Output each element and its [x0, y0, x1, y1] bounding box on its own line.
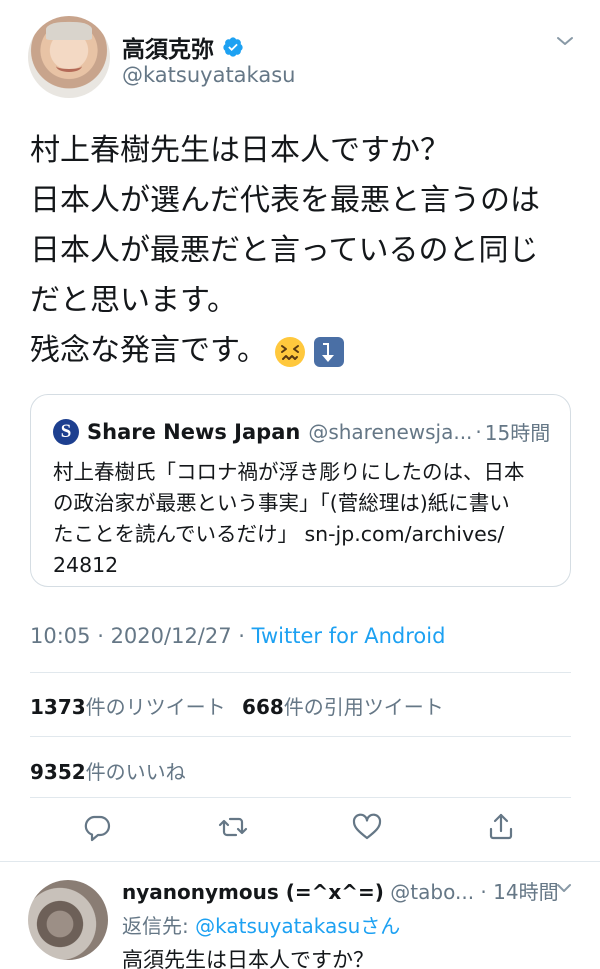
meta-separator: · [90, 624, 111, 648]
quoted-tweet-header: S Share News Japan @sharenewsja... · 15時… [53, 417, 550, 446]
divider [30, 736, 571, 737]
quoted-text-line: 村上春樹氏「コロナ禍が浮き彫りにしたのは、日本 [53, 460, 525, 484]
tweet-text-line: 村上春樹先生は日本人ですか？ [30, 133, 450, 168]
reply-name-row: nyanonymous (=^x^=) @tabo... · 14時間 [122, 876, 559, 905]
retweet-stats: 1373件のリツイート 668件の引用ツイート [30, 691, 444, 720]
retweet-icon[interactable] [216, 810, 250, 844]
reply-icon[interactable] [80, 810, 114, 844]
quoted-text-line: たことを読んでいるだけ」 sn-jp.com/archives/ [53, 522, 505, 546]
avatar-smile [56, 60, 82, 72]
quoted-tweet-text: 村上春樹氏「コロナ禍が浮き彫りにしたのは、日本 の政治家が最悪という事実」「(菅… [53, 457, 558, 581]
verified-badge-icon [223, 37, 243, 57]
retweets-count: 1373 [30, 695, 86, 719]
tweet-text: 村上春樹先生は日本人ですか？ 日本人が選んだ代表を最悪と言うのは 日本人が最悪だ… [30, 126, 580, 376]
quotes-count: 668 [242, 695, 284, 719]
divider [30, 672, 571, 673]
tweet-date: 2020/12/27 [110, 624, 232, 648]
likes-label: 件のいいね [85, 760, 186, 784]
reply-author-name[interactable]: nyanonymous (=^x^=) [122, 880, 384, 904]
tweet-text-line: だと思います。 [30, 283, 237, 318]
like-icon[interactable] [350, 810, 384, 844]
quoted-text-line: の政治家が最悪という事実」「(菅総理は)紙に書い [53, 491, 510, 515]
reply-author-handle[interactable]: @tabo... [390, 880, 474, 904]
quoted-text-line: 24812 [53, 553, 119, 577]
confounded-face-icon [275, 336, 305, 367]
share-icon[interactable] [484, 810, 518, 844]
reply-text: 高須先生は日本人ですか？ [122, 948, 374, 969]
reply-to-mention-link[interactable]: @katsuyatakasuさん [195, 914, 400, 938]
quotes-label: 件の引用ツイート [283, 695, 444, 719]
retweets-label: 件のリツイート [85, 695, 226, 719]
tweet-text-line: 残念な発言です。 [30, 333, 267, 368]
chevron-down-icon[interactable] [555, 34, 575, 48]
reply-author-avatar[interactable] [28, 880, 108, 960]
tweet-source-link[interactable]: Twitter for Android [252, 624, 446, 648]
arrow-down-right-icon [314, 336, 344, 367]
quoted-author-handle: @sharenewsja... [308, 419, 473, 444]
quoted-author-name: Share News Japan [87, 419, 301, 444]
reply-separator: · [480, 880, 494, 904]
tweet-time: 10:05 [30, 624, 91, 648]
tweet-text-line: 日本人が選んだ代表を最悪と言うのは [30, 183, 540, 218]
author-handle[interactable]: @katsuyatakasu [122, 63, 295, 87]
tweet-header: 高須克弥 @katsuyatakasu [0, 0, 600, 110]
meta-separator: · [231, 624, 252, 648]
reply-tweet[interactable]: nyanonymous (=^x^=) @tabo... · 14時間 返信先:… [0, 862, 600, 969]
reply-to-line: 返信先: @katsuyatakasuさん [122, 910, 400, 939]
author-display-name[interactable]: 高須克弥 [122, 30, 214, 64]
author-name-row[interactable]: 高須克弥 [122, 30, 244, 64]
likes-stat[interactable]: 9352件のいいね [30, 756, 186, 785]
tweet-text-line: 日本人が最悪だと言っているのと同じ [30, 233, 539, 268]
likes-count: 9352 [30, 760, 86, 784]
tweet-actions-bar [0, 810, 600, 852]
author-avatar[interactable] [28, 16, 110, 98]
tweet-text-line-last: 残念な発言です。 [30, 326, 580, 376]
chevron-down-icon[interactable] [555, 882, 573, 894]
divider [30, 797, 571, 798]
tweet-meta: 10:05 · 2020/12/27 · Twitter for Android [30, 624, 445, 648]
quoted-tweet-card[interactable]: S Share News Japan @sharenewsja... · 15時… [30, 394, 571, 587]
share-news-logo-icon: S [53, 418, 79, 445]
quoted-separator: · [475, 419, 482, 444]
quotes-stat[interactable]: 668件の引用ツイート [242, 695, 444, 719]
avatar-hair [46, 22, 92, 40]
retweets-stat[interactable]: 1373件のリツイート [30, 695, 226, 719]
reply-to-prefix: 返信先: [122, 914, 196, 938]
reply-timestamp: 14時間 [493, 880, 559, 904]
quoted-timestamp: 15時間 [484, 421, 551, 445]
